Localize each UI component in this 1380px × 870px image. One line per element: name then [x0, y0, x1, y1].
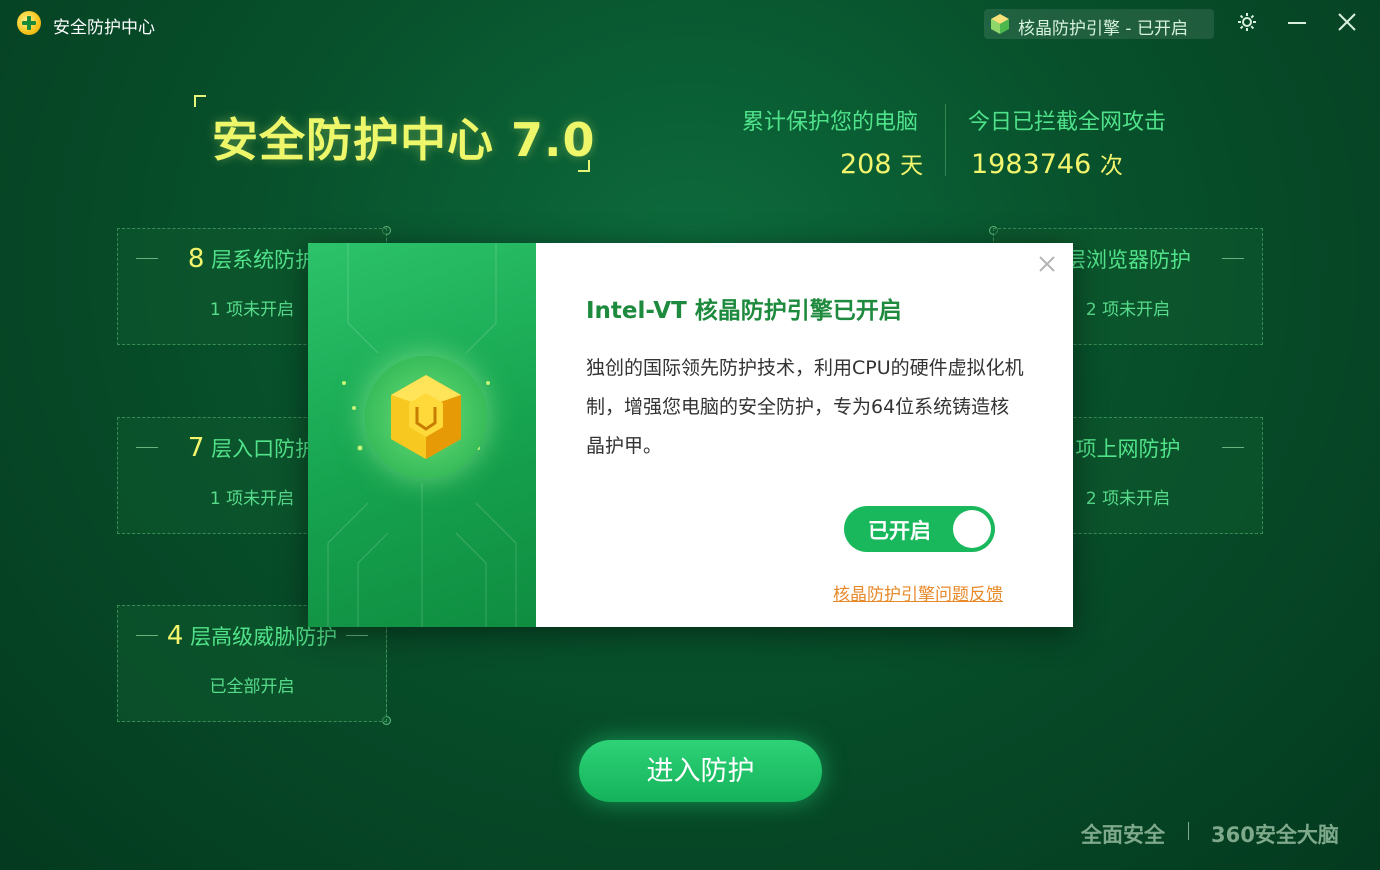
- layer-card-title-text: 层浏览器防护: [1065, 248, 1191, 272]
- app-logo-icon: [17, 11, 41, 35]
- layer-card-number: 7: [187, 433, 205, 463]
- stat-blocked-attacks-value: 1983746: [971, 149, 1092, 180]
- stat-divider: [945, 104, 946, 176]
- dialog-body: 独创的国际领先防护技术，利用CPU的硬件虚拟化机制，增强您电脑的安全防护，专为6…: [586, 357, 1024, 457]
- layer-card-number: 8: [187, 244, 205, 274]
- engine-status-badge[interactable]: 核晶防护引擎 - 已开启: [984, 9, 1214, 39]
- layer-card-number: 4: [166, 621, 184, 651]
- stat-blocked-attacks-label: 今日已拦截全网攻击: [968, 110, 1167, 135]
- engine-toggle-switch[interactable]: 已开启: [844, 506, 995, 552]
- close-icon[interactable]: [1332, 9, 1362, 39]
- engine-status-text: 核晶防护引擎 - 已开启: [1018, 19, 1188, 39]
- crystal-cube-icon: [991, 14, 1009, 34]
- dialog-close-icon[interactable]: [1034, 251, 1060, 277]
- dialog-illustration: [308, 243, 536, 627]
- minimize-icon[interactable]: [1282, 9, 1312, 39]
- stat-protected-days-label: 累计保护您的电脑: [742, 110, 919, 135]
- footer-full-security: 全面安全: [1081, 823, 1165, 847]
- enter-protection-button[interactable]: 进入防护: [579, 740, 822, 802]
- dialog-title: Intel-VT 核晶防护引擎已开启: [586, 298, 902, 324]
- stat-protected-days-unit: 天: [900, 153, 924, 179]
- layer-card-title-text: 层系统防护: [211, 248, 317, 272]
- toggle-label: 已开启: [868, 519, 931, 543]
- layer-card-title-text: 层入口防护: [211, 437, 317, 461]
- hero-title: 安全防护中心 7.0: [212, 113, 596, 167]
- layer-card-status: 已全部开启: [209, 677, 295, 697]
- engine-feedback-link[interactable]: 核晶防护引擎问题反馈: [833, 580, 1003, 605]
- hero-bracket-top-left: [194, 95, 206, 107]
- app-title: 安全防护中心: [53, 18, 155, 38]
- gem-halo: [365, 356, 487, 478]
- yellow-crystal-gem-icon: [391, 375, 461, 459]
- title-bar: 安全防护中心 核晶防护引擎 - 已开启: [0, 0, 1380, 48]
- hero-bracket-bottom-right: [578, 160, 590, 172]
- stat-blocked-attacks: 1983746 次: [971, 146, 1123, 180]
- footer-brand-360-brain: 360安全大脑: [1211, 823, 1339, 847]
- stat-protected-days: 208 天: [840, 146, 923, 180]
- toggle-knob: [953, 510, 991, 548]
- layer-card-title-text: 项上网防护: [1075, 437, 1181, 461]
- stat-blocked-attacks-unit: 次: [1099, 153, 1123, 179]
- footer-divider: [1188, 822, 1189, 840]
- engine-enabled-dialog: Intel-VT 核晶防护引擎已开启 独创的国际领先防护技术，利用CPU的硬件虚…: [308, 243, 1073, 627]
- stat-protected-days-value: 208: [840, 149, 892, 180]
- layer-card-title-text: 层高级威胁防护: [190, 625, 338, 649]
- settings-gear-icon[interactable]: [1232, 9, 1262, 39]
